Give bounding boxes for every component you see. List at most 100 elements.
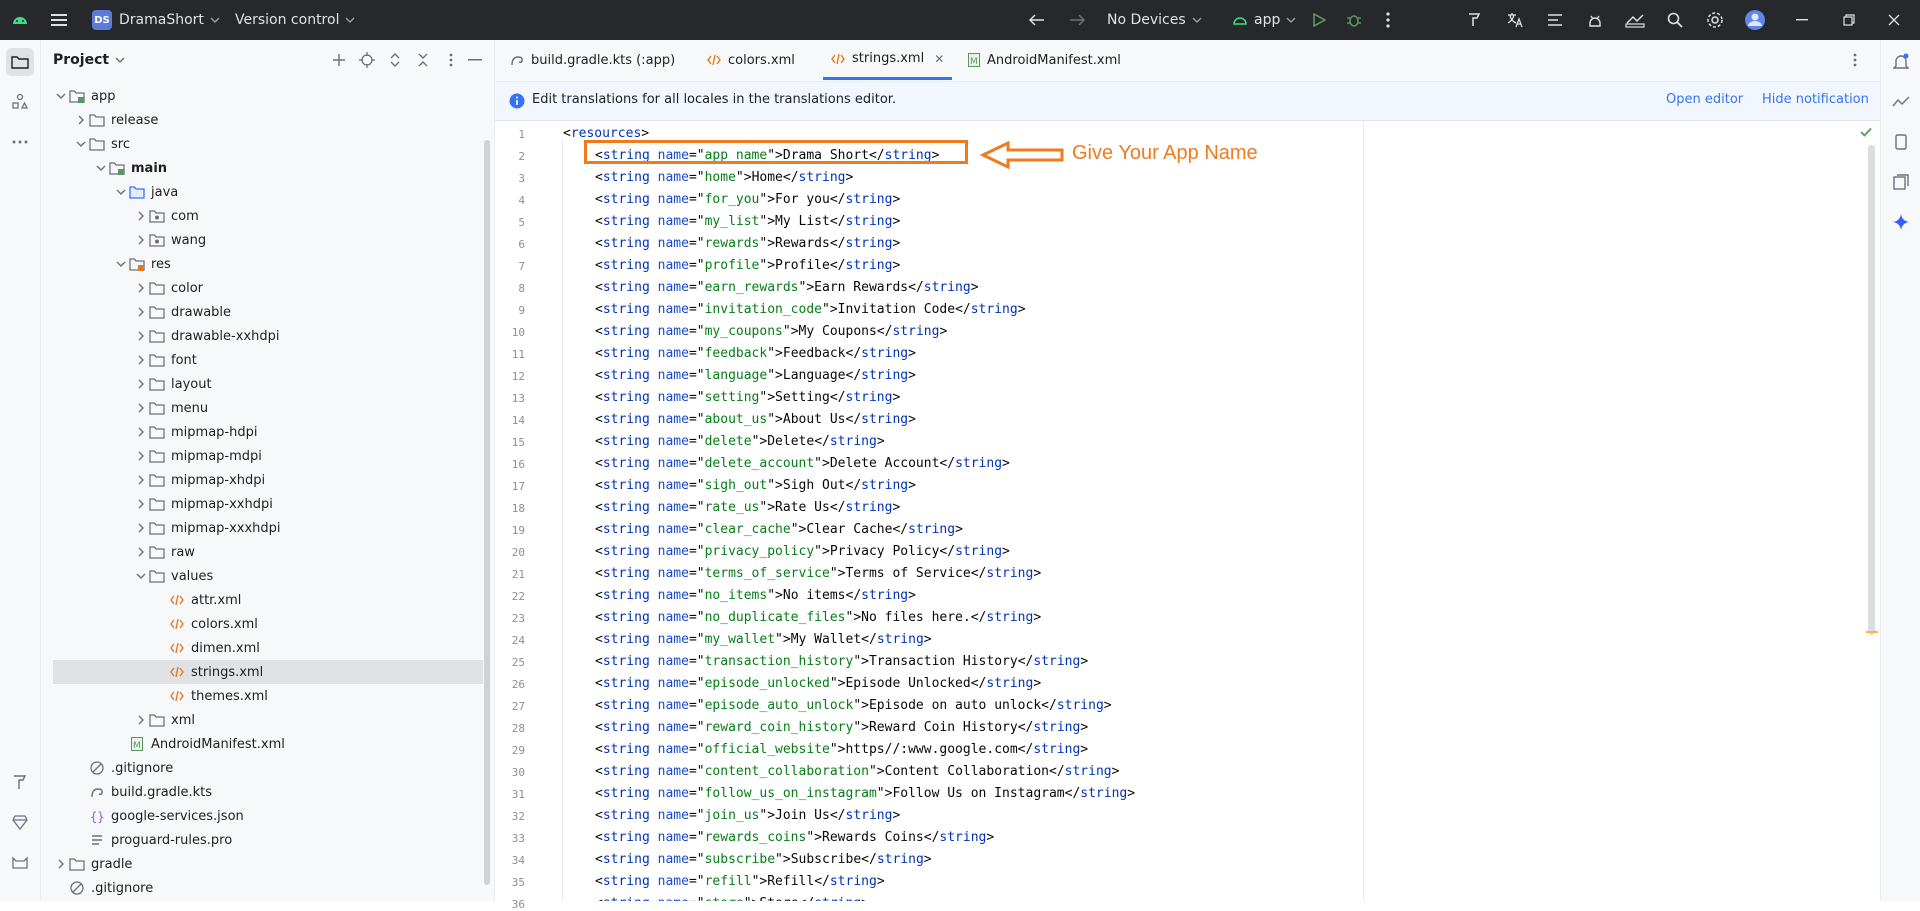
chevron-right-icon[interactable] [133, 475, 149, 485]
version-control-menu[interactable]: Version control [235, 0, 355, 40]
restore-window-icon[interactable] [1835, 6, 1863, 34]
chevron-down-icon[interactable] [73, 140, 89, 148]
chevron-down-icon[interactable] [113, 188, 129, 196]
chevron-down-icon[interactable] [113, 260, 129, 268]
chevron-right-icon[interactable] [133, 499, 149, 509]
tree-item[interactable]: menu [41, 396, 481, 420]
build-tool-icon[interactable] [6, 768, 34, 796]
chevron-right-icon[interactable] [53, 859, 69, 869]
tree-item[interactable]: proguard-rules.pro [41, 828, 481, 852]
tree-item[interactable]: java [41, 180, 481, 204]
tree-item[interactable]: drawable-xxhdpi [41, 324, 481, 348]
tree-item[interactable]: wang [41, 228, 481, 252]
tree-item[interactable]: attr.xml [41, 588, 481, 612]
tree-item[interactable]: M AndroidManifest.xml [41, 732, 481, 756]
chevron-right-icon[interactable] [133, 235, 149, 245]
device-selector[interactable]: No Devices [1107, 0, 1202, 40]
device-file-explorer-icon[interactable] [1887, 128, 1915, 156]
tree-item[interactable]: mipmap-xxhdpi [41, 492, 481, 516]
tab-android-manifest[interactable]: M AndroidManifest.xml [968, 40, 1121, 80]
gemini-diamond-icon[interactable] [6, 808, 34, 836]
chevron-right-icon[interactable] [133, 427, 149, 437]
tab-colors-xml[interactable]: colors.xml [707, 40, 795, 80]
editor-scrollbar[interactable] [1868, 145, 1875, 635]
tree-item[interactable]: com [41, 204, 481, 228]
translate-icon[interactable] [1501, 6, 1529, 34]
build-hammer-icon[interactable] [1461, 6, 1489, 34]
logcat-cat-icon[interactable] [6, 848, 34, 876]
locate-file-icon[interactable] [353, 46, 381, 74]
tree-item[interactable]: main [41, 156, 481, 180]
more-tool-windows-icon[interactable] [6, 128, 34, 156]
project-view-selector[interactable]: Project [53, 52, 125, 68]
chevron-right-icon[interactable] [133, 451, 149, 461]
back-arrow-icon[interactable] [1023, 6, 1051, 34]
hide-panel-icon[interactable] [461, 46, 489, 74]
new-file-icon[interactable] [325, 46, 353, 74]
tree-item[interactable]: xml [41, 708, 481, 732]
run-icon[interactable] [1305, 6, 1333, 34]
chevron-right-icon[interactable] [133, 211, 149, 221]
tree-item[interactable]: mipmap-mdpi [41, 444, 481, 468]
chevron-right-icon[interactable] [73, 115, 89, 125]
device-manager-icon[interactable] [1581, 6, 1609, 34]
gemini-sparkle-icon[interactable] [1887, 208, 1915, 236]
notifications-bell-icon[interactable] [1887, 48, 1915, 76]
tree-item[interactable]: strings.xml [53, 660, 483, 684]
chevron-right-icon[interactable] [133, 403, 149, 413]
tree-item[interactable]: drawable [41, 300, 481, 324]
tree-item[interactable]: build.gradle.kts [41, 780, 481, 804]
tree-item[interactable]: app [41, 84, 481, 108]
forward-arrow-icon[interactable] [1063, 6, 1091, 34]
sync-icon[interactable] [1621, 6, 1649, 34]
code-editor[interactable]: <resources> <string name="app_name">Drama… [562, 121, 1867, 901]
tree-item[interactable]: raw [41, 540, 481, 564]
close-tab-icon[interactable]: ✕ [934, 52, 944, 66]
chevron-right-icon[interactable] [133, 715, 149, 725]
settings-gear-icon[interactable] [1701, 6, 1729, 34]
tree-item[interactable]: dimen.xml [41, 636, 481, 660]
tree-item[interactable]: color [41, 276, 481, 300]
tree-item[interactable]: mipmap-xxxhdpi [41, 516, 481, 540]
run-config-selector[interactable]: app [1232, 0, 1296, 40]
logcat-icon[interactable] [1541, 6, 1569, 34]
tree-item[interactable]: .gitignore [41, 756, 481, 780]
debug-icon[interactable] [1340, 6, 1368, 34]
chevron-down-icon[interactable] [93, 164, 109, 172]
tree-item[interactable]: res [41, 252, 481, 276]
tree-item[interactable]: .gitignore [41, 876, 481, 900]
chevron-right-icon[interactable] [133, 547, 149, 557]
open-editor-link[interactable]: Open editor [1666, 92, 1743, 107]
tree-item[interactable]: release [41, 108, 481, 132]
tree-item[interactable]: {} google-services.json [41, 804, 481, 828]
chevron-right-icon[interactable] [133, 331, 149, 341]
main-menu-icon[interactable] [45, 6, 73, 34]
tree-item[interactable]: font [41, 348, 481, 372]
close-window-icon[interactable] [1880, 6, 1908, 34]
tree-item[interactable]: values [41, 564, 481, 588]
chevron-down-icon[interactable] [133, 572, 149, 580]
project-tool-folder-icon[interactable] [6, 48, 34, 76]
minimize-window-icon[interactable] [1788, 6, 1816, 34]
tree-item[interactable]: layout [41, 372, 481, 396]
project-panel-scrollbar[interactable] [484, 140, 490, 885]
tree-item[interactable]: src [41, 132, 481, 156]
app-quality-insights-icon[interactable] [1887, 88, 1915, 116]
chevron-right-icon[interactable] [133, 307, 149, 317]
hide-notification-link[interactable]: Hide notification [1762, 92, 1869, 107]
chevron-right-icon[interactable] [133, 379, 149, 389]
chevron-down-icon[interactable] [53, 92, 69, 100]
chevron-right-icon[interactable] [133, 355, 149, 365]
tree-item[interactable]: themes.xml [41, 684, 481, 708]
tree-item[interactable]: colors.xml [41, 612, 481, 636]
running-devices-icon[interactable] [1887, 168, 1915, 196]
chevron-right-icon[interactable] [133, 523, 149, 533]
chevron-right-icon[interactable] [133, 283, 149, 293]
tab-strings-xml[interactable]: strings.xml ✕ [823, 40, 953, 80]
more-actions-icon[interactable] [1374, 6, 1402, 34]
tree-item[interactable]: gradle [41, 852, 481, 876]
account-avatar-icon[interactable] [1741, 6, 1769, 34]
tab-build-gradle[interactable]: build.gradle.kts (:app) [510, 40, 675, 80]
project-selector[interactable]: DS DramaShort [92, 0, 220, 40]
search-icon[interactable] [1661, 6, 1689, 34]
